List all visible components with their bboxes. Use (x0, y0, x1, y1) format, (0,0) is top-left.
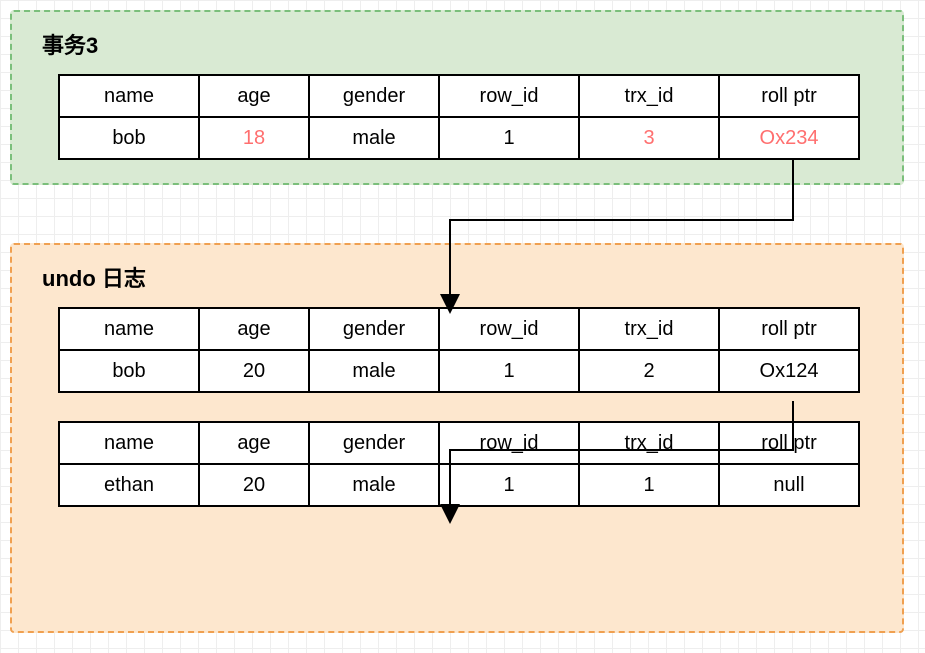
cell-age: 20 (199, 350, 309, 392)
undo-title: undo 日志 (42, 261, 874, 293)
cell-gender: male (309, 350, 439, 392)
col-header-age: age (199, 308, 309, 350)
col-header-gender: gender (309, 308, 439, 350)
cell-trxid: 3 (579, 117, 719, 159)
cell-rowid: 1 (439, 464, 579, 506)
transaction-panel: 事务3 name age gender row_id trx_id roll p… (10, 10, 904, 185)
cell-rowid: 1 (439, 350, 579, 392)
table-header-row: name age gender row_id trx_id roll ptr (59, 75, 859, 117)
undo-table-2: name age gender row_id trx_id roll ptr e… (58, 421, 860, 507)
col-header-rollptr: roll ptr (719, 422, 859, 464)
col-header-rowid: row_id (439, 308, 579, 350)
cell-name: bob (59, 350, 199, 392)
cell-trxid: 2 (579, 350, 719, 392)
cell-gender: male (309, 464, 439, 506)
cell-age: 18 (199, 117, 309, 159)
cell-age: 20 (199, 464, 309, 506)
cell-trxid: 1 (579, 464, 719, 506)
table-header-row: name age gender row_id trx_id roll ptr (59, 422, 859, 464)
col-header-trxid: trx_id (579, 308, 719, 350)
col-header-age: age (199, 75, 309, 117)
undo-panel: undo 日志 name age gender row_id trx_id ro… (10, 243, 904, 633)
col-header-trxid: trx_id (579, 422, 719, 464)
col-header-rollptr: roll ptr (719, 308, 859, 350)
col-header-name: name (59, 75, 199, 117)
col-header-gender: gender (309, 422, 439, 464)
col-header-gender: gender (309, 75, 439, 117)
col-header-age: age (199, 422, 309, 464)
col-header-name: name (59, 422, 199, 464)
col-header-rowid: row_id (439, 75, 579, 117)
col-header-trxid: trx_id (579, 75, 719, 117)
cell-gender: male (309, 117, 439, 159)
table-row: bob 20 male 1 2 Ox124 (59, 350, 859, 392)
col-header-name: name (59, 308, 199, 350)
col-header-rollptr: roll ptr (719, 75, 859, 117)
transaction-title: 事务3 (42, 28, 874, 60)
undo-table-1: name age gender row_id trx_id roll ptr b… (58, 307, 860, 393)
cell-rollptr: Ox124 (719, 350, 859, 392)
col-header-rowid: row_id (439, 422, 579, 464)
cell-rollptr: null (719, 464, 859, 506)
cell-name: bob (59, 117, 199, 159)
table-row: ethan 20 male 1 1 null (59, 464, 859, 506)
table-header-row: name age gender row_id trx_id roll ptr (59, 308, 859, 350)
cell-rollptr: Ox234 (719, 117, 859, 159)
cell-name: ethan (59, 464, 199, 506)
table-row: bob 18 male 1 3 Ox234 (59, 117, 859, 159)
transaction-table: name age gender row_id trx_id roll ptr b… (58, 74, 860, 160)
cell-rowid: 1 (439, 117, 579, 159)
